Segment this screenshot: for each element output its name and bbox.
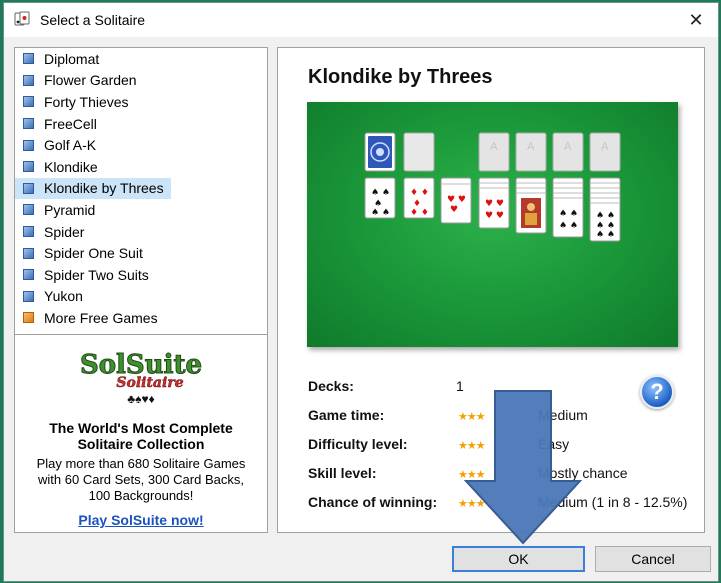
orange-card-icon xyxy=(23,312,34,324)
card-icon xyxy=(23,269,34,281)
game-title: Klondike by Threes xyxy=(308,66,493,88)
svg-text:♠ ♠: ♠ ♠ xyxy=(559,221,578,231)
game-list-item-label: Yukon xyxy=(44,288,83,305)
game-list-item[interactable]: More Free Games xyxy=(15,307,267,329)
stat-label: Difficulty level: xyxy=(308,436,408,452)
stat-label: Chance of winning: xyxy=(308,494,438,510)
play-solsuite-link[interactable]: Play SolSuite now! xyxy=(78,512,203,528)
title-bar: Select a Solitaire ✕ xyxy=(4,3,718,37)
solsuite-promo: SolSuite Solitaire ♣♠♥♦ The World's Most… xyxy=(14,335,268,533)
game-list-item[interactable]: Diplomat xyxy=(15,48,267,70)
decks-label: Decks: xyxy=(308,378,354,394)
close-icon: ✕ xyxy=(688,10,704,30)
card-icon xyxy=(23,118,34,130)
svg-text:♣♠♥♦: ♣♠♥♦ xyxy=(127,392,155,406)
game-list-item[interactable]: Spider xyxy=(15,221,267,243)
game-list-item[interactable]: Yukon xyxy=(15,286,267,308)
solsuite-logo: SolSuite Solitaire ♣♠♥♦ xyxy=(79,350,202,407)
svg-text:Solitaire: Solitaire xyxy=(116,375,183,391)
game-list-items: Diplomat Flower Garden Forty Thieves FreeCe… xyxy=(15,48,267,329)
stat-label: Game time: xyxy=(308,407,385,423)
foundation-piles xyxy=(478,132,621,172)
preview-cards: AA AA ♠ ♠♠♠ ♠ ♦ ♦♦♦ ♦ ♥ ♥♥ ♥ ♥♥ ♥ ♠ ♠♠ ♠… xyxy=(364,132,621,242)
svg-text:♠ ♠: ♠ ♠ xyxy=(596,211,615,221)
cancel-button[interactable]: Cancel xyxy=(595,546,711,572)
card-icon xyxy=(23,204,34,216)
game-list-item-label: More Free Games xyxy=(44,309,158,326)
game-list-item-label: Pyramid xyxy=(44,201,96,218)
tableau xyxy=(364,177,621,242)
game-list-item-label: FreeCell xyxy=(44,115,97,132)
promo-body: Play more than 680 Solitaire Games with … xyxy=(36,456,246,503)
game-list-item-label: Klondike xyxy=(44,158,98,175)
game-list-item-label: Flower Garden xyxy=(44,72,137,89)
card-icon xyxy=(23,53,34,65)
game-list-item[interactable]: Klondike by Threes xyxy=(15,177,171,200)
svg-text:♠ ♠: ♠ ♠ xyxy=(371,188,390,198)
svg-text:♠ ♠: ♠ ♠ xyxy=(559,209,578,219)
svg-text:A: A xyxy=(527,140,535,153)
svg-text:♠ ♠: ♠ ♠ xyxy=(596,230,615,240)
card-icon xyxy=(23,74,34,86)
game-list-item-label: Klondike by Threes xyxy=(44,180,164,197)
waste-pile xyxy=(403,132,435,172)
svg-text:A: A xyxy=(601,140,609,153)
game-list-item[interactable]: Spider One Suit xyxy=(15,242,267,264)
game-list-item[interactable]: Klondike xyxy=(15,156,267,178)
game-list[interactable]: Diplomat Flower Garden Forty Thieves FreeCe… xyxy=(14,47,268,335)
svg-text:♦ ♦: ♦ ♦ xyxy=(410,188,429,198)
game-list-item[interactable]: Spider Two Suits xyxy=(15,264,267,286)
svg-text:♥ ♥: ♥ ♥ xyxy=(485,211,504,221)
game-list-item[interactable]: FreeCell xyxy=(15,113,267,135)
stat-label: Skill level: xyxy=(308,465,377,481)
card-icon xyxy=(23,139,34,151)
svg-text:♠ ♠: ♠ ♠ xyxy=(371,208,390,218)
game-preview: AA AA ♠ ♠ ♠ ♠ ♠ ♦ ♦ ♦ ♦ ♦ ♥ ♥ ♥ ♥ ♥ ♥ ♥ … xyxy=(307,102,678,347)
svg-text:A: A xyxy=(490,140,498,153)
svg-text:♦ ♦: ♦ ♦ xyxy=(410,208,429,218)
game-list-item-label: Spider One Suit xyxy=(44,245,143,262)
svg-text:♥ ♥: ♥ ♥ xyxy=(485,199,504,209)
game-list-item-label: Spider Two Suits xyxy=(44,266,149,283)
card-icon xyxy=(23,96,34,108)
window-title: Select a Solitaire xyxy=(40,12,146,28)
game-list-item-label: Diplomat xyxy=(44,50,100,67)
close-button[interactable]: ✕ xyxy=(674,3,718,37)
game-list-item[interactable]: Golf A-K xyxy=(15,134,267,156)
help-icon: ? xyxy=(650,379,664,404)
game-list-item-label: Forty Thieves xyxy=(44,93,129,110)
down-arrow-annotation xyxy=(463,390,583,545)
app-icon xyxy=(14,11,30,26)
game-list-item[interactable]: Pyramid xyxy=(15,199,267,221)
ok-button[interactable]: OK xyxy=(452,546,585,572)
svg-text:♥ ♥: ♥ ♥ xyxy=(447,195,466,205)
svg-text:A: A xyxy=(564,140,572,153)
game-list-item-label: Spider xyxy=(44,223,85,240)
select-solitaire-dialog: Select a Solitaire ✕ Diplomat Flower Gard… xyxy=(3,2,719,582)
svg-text:♥: ♥ xyxy=(450,205,458,215)
card-icon xyxy=(23,161,34,173)
card-icon xyxy=(23,226,34,238)
help-button[interactable]: ? xyxy=(640,375,674,409)
card-icon xyxy=(23,182,34,194)
card-icon xyxy=(23,247,34,259)
promo-heading: The World's Most Complete Solitaire Coll… xyxy=(49,420,233,452)
game-list-item[interactable]: Flower Garden xyxy=(15,70,267,92)
game-list-item[interactable]: Forty Thieves xyxy=(15,91,267,113)
card-icon xyxy=(23,290,34,302)
game-list-item-label: Golf A-K xyxy=(44,137,97,154)
stock-card-back xyxy=(364,132,396,172)
